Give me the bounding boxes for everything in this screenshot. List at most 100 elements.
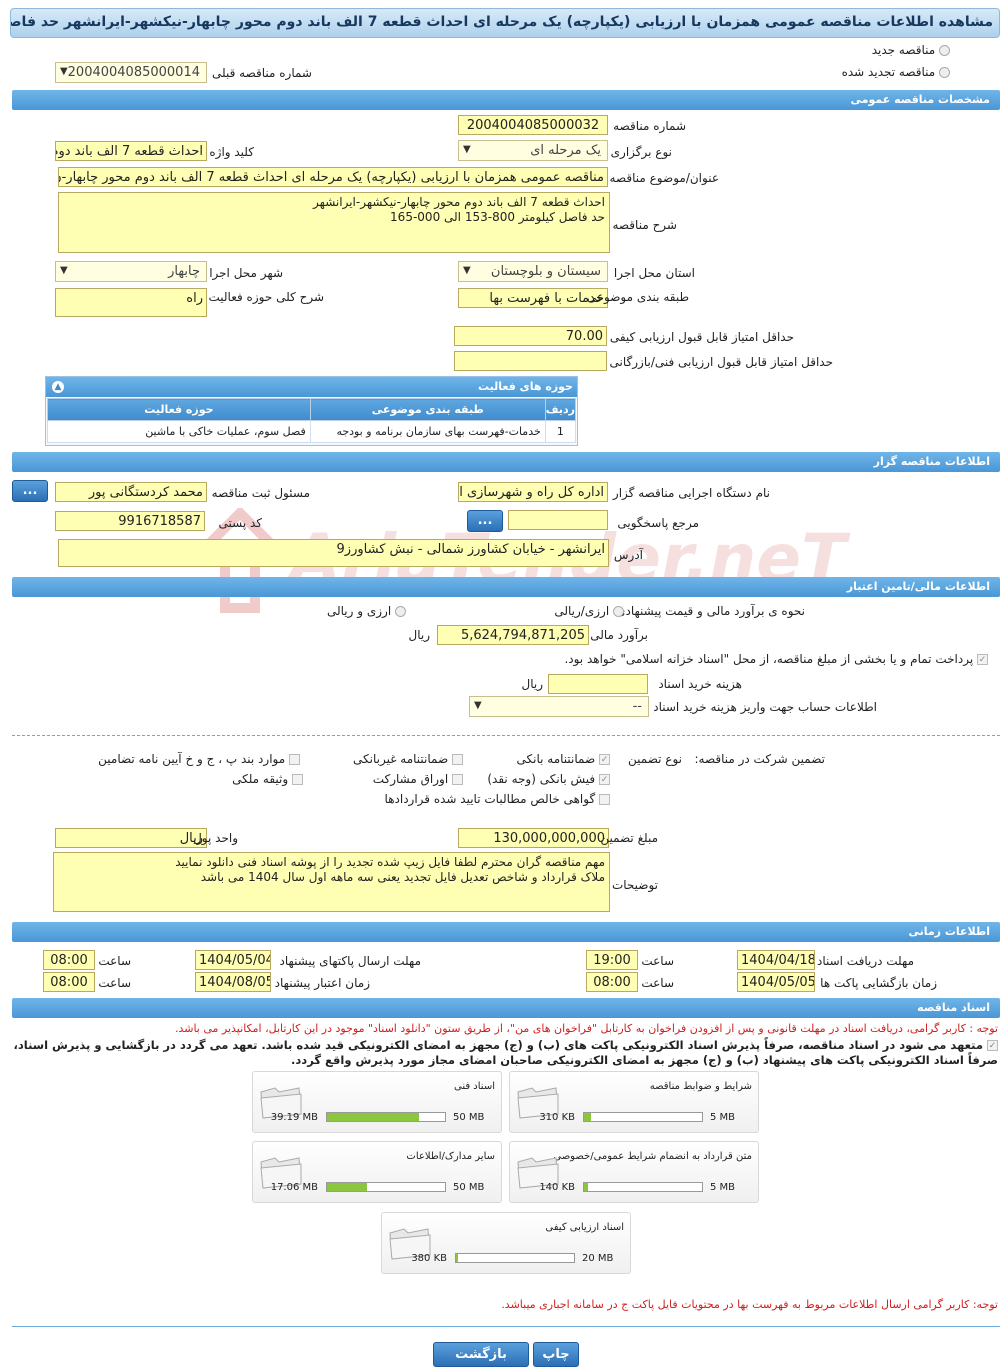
description-field[interactable]: احداث قطعه 7 الف باند دوم محور چابهار-نی… — [58, 192, 610, 253]
opt-nonbank: ضمانتنامه غیربانکی — [353, 752, 463, 766]
receive-label: مهلت دریافت اسناد — [816, 954, 914, 968]
radio-icon — [613, 606, 624, 617]
file-card-4[interactable]: سایر مدارک/اطلاعات 17.06 MB 50 MB — [252, 1141, 502, 1203]
divider — [12, 735, 1000, 736]
tender-number-field: 2004004085000032 — [458, 115, 608, 135]
activity-table: ردیف طبقه بندی موضوعی حوزه فعالیت 1 خدما… — [47, 398, 577, 443]
checkbox-icon[interactable] — [452, 774, 463, 785]
collapse-icon[interactable]: ▲ — [52, 381, 64, 393]
scope-field[interactable]: راه — [55, 288, 207, 317]
file-card-3[interactable]: متن قرارداد به انضمام شرایط عمومی/خصوصی … — [509, 1141, 759, 1203]
doc-fee-label: هزینه خرید اسناد — [658, 677, 742, 691]
estimate-method-label: نحوه ی برآورد مالی و قیمت پیشنهادی — [616, 604, 805, 618]
valid-time-label: ساعت — [98, 976, 131, 990]
account-select[interactable]: ▼ -- — [469, 696, 649, 717]
guarantee-amount-label: مبلغ تضمین — [600, 831, 658, 845]
section-finance: اطلاعات مالی/تامین اعتبار — [12, 577, 1000, 597]
open-label: زمان بازگشایی پاکت ها — [820, 976, 937, 990]
receive-time-label: ساعت — [641, 954, 674, 968]
progress-fill — [456, 1254, 458, 1262]
checkbox-icon[interactable]: ✓ — [987, 1040, 998, 1051]
checkbox-icon[interactable] — [292, 774, 303, 785]
keyword-label: کلید واژه — [209, 145, 254, 159]
page-title: مشاهده اطلاعات مناقصه عمومی همزمان با ار… — [10, 8, 1000, 38]
chevron-down-icon: ▼ — [474, 700, 482, 711]
file-card-1[interactable]: شرایط و ضوابط مناقصه 310 KB 5 MB — [509, 1071, 759, 1133]
subject-label: عنوان/موضوع مناقصه — [609, 171, 719, 185]
officer-field: محمد کردستگانی پور — [55, 482, 207, 502]
progress-bar — [455, 1253, 575, 1263]
postal-code-label: کد پستی — [218, 516, 263, 530]
doc-fee-field — [548, 674, 648, 694]
guarantee-amount-field: 130,000,000,000 — [458, 828, 609, 848]
section-general: مشخصات مناقصه عمومی — [12, 90, 1000, 110]
col-category: طبقه بندی موضوعی — [309, 398, 546, 421]
file-card-5[interactable]: اسناد ارزیابی کیفی 380 KB 20 MB — [381, 1212, 631, 1274]
account-label: اطلاعات حساب جهت واریز هزینه خرید اسناد — [653, 700, 877, 714]
postal-code-field: 9916718587 — [55, 511, 205, 531]
open-time-field: 08:00 — [586, 972, 638, 992]
estimate-unit: ریال — [408, 628, 430, 642]
keyword-field[interactable]: احداث قطعه 7 الف باند دوم — [55, 141, 207, 161]
open-date-field: 1404/05/05 — [737, 972, 815, 992]
address-label: آدرس — [613, 548, 643, 562]
radio-icon — [939, 45, 950, 56]
subject-field[interactable]: مناقصه عمومی همزمان با ارزیابی (یکپارچه)… — [58, 167, 608, 187]
address-field: ایرانشهر - خیابان کشاورز شمالی - نبش کشا… — [58, 539, 609, 567]
new-tender-radio[interactable]: مناقصه جدید — [872, 43, 950, 57]
method-radio-2[interactable]: ارزی و ریالی — [327, 604, 406, 618]
opt-other: موارد بند پ ، ج و خ آیین نامه تضامین — [98, 752, 300, 766]
officer-lookup-button[interactable]: ... — [12, 480, 48, 502]
description-label: شرح مناقصه — [612, 218, 677, 232]
estimate-label: برآورد مالی — [590, 628, 648, 642]
col-row: ردیف — [544, 398, 577, 421]
type-label: نوع برگزاری — [610, 145, 672, 159]
file-card-2[interactable]: اسناد فنی 39.19 MB 50 MB — [252, 1071, 502, 1133]
checkbox-icon[interactable] — [452, 754, 463, 765]
prev-number-select[interactable]: ▼ 2004004085000014 — [55, 62, 207, 83]
organization-label: نام دستگاه اجرایی مناقصه گزار — [612, 486, 770, 500]
section-timing: اطلاعات زمانی — [12, 922, 1000, 942]
chevron-down-icon: ▼ — [60, 265, 68, 276]
send-label: مهلت ارسال پاکتهای پیشنهاد — [279, 954, 421, 968]
guarantee-type-label: نوع تضمین — [628, 752, 682, 766]
opt-bank: ✓ ضمانتنامه بانکی — [516, 752, 610, 766]
tender-number-label: شماره مناقصه — [613, 119, 686, 133]
min-quality-label: حداقل امتیاز قابل قبول ارزیابی کیفی — [609, 330, 794, 344]
section-docs: اسناد مناقصه — [12, 998, 1000, 1018]
city-label: شهر محل اجرا — [209, 266, 283, 280]
progress-fill — [584, 1183, 588, 1191]
prev-number-label: شماره مناقصه قبلی — [212, 66, 312, 80]
guarantee-title: تضمین شرکت در مناقصه: — [694, 752, 825, 766]
min-tech-field[interactable] — [454, 351, 607, 371]
checkbox-icon[interactable]: ✓ — [977, 654, 988, 665]
chevron-down-icon: ▼ — [463, 265, 471, 276]
notes-label: توضیحات — [611, 878, 658, 892]
city-select[interactable]: ▼ چابهار — [55, 261, 207, 282]
estimate-field: 5,624,794,871,205 — [437, 625, 589, 645]
reference-lookup-button[interactable]: ... — [467, 510, 503, 532]
progress-fill — [327, 1113, 419, 1121]
checkbox-icon[interactable]: ✓ — [599, 774, 610, 785]
type-select[interactable]: ▼ یک مرحله ای — [458, 140, 608, 161]
back-button[interactable]: بازگشت — [433, 1342, 529, 1367]
footer-divider — [12, 1326, 1000, 1327]
print-button[interactable]: چاپ — [533, 1342, 579, 1367]
min-quality-field[interactable]: 70.00 — [454, 326, 607, 346]
min-tech-label: حداقل امتیاز قابل قبول ارزیابی فنی/بازرگ… — [609, 355, 833, 369]
notes-field: مهم مناقصه گران محترم لطفا فایل زیپ شده … — [53, 852, 610, 912]
opt-property: وثیقه ملکی — [232, 772, 303, 786]
renewed-tender-radio[interactable]: مناقصه تجدید شده — [842, 65, 950, 79]
open-time-label: ساعت — [641, 976, 674, 990]
opt-cash: ✓ فیش بانکی (وجه نقد) — [487, 772, 610, 786]
progress-bar — [583, 1182, 703, 1192]
checkbox-icon[interactable] — [599, 794, 610, 805]
checkbox-icon[interactable] — [289, 754, 300, 765]
chevron-down-icon: ▼ — [463, 144, 471, 155]
province-select[interactable]: ▼ سیستان و بلوچستان — [458, 261, 608, 282]
docs-note-2: توجه: کاربر گرامی ارسال اطلاعات مربوط به… — [501, 1298, 998, 1311]
checkbox-icon[interactable]: ✓ — [599, 754, 610, 765]
method-radio-1[interactable]: ارزی/ریالی — [554, 604, 624, 618]
table-row: 1 خدمات-فهرست بهای سازمان برنامه و بودجه… — [47, 420, 577, 443]
send-time-label: ساعت — [98, 954, 131, 968]
